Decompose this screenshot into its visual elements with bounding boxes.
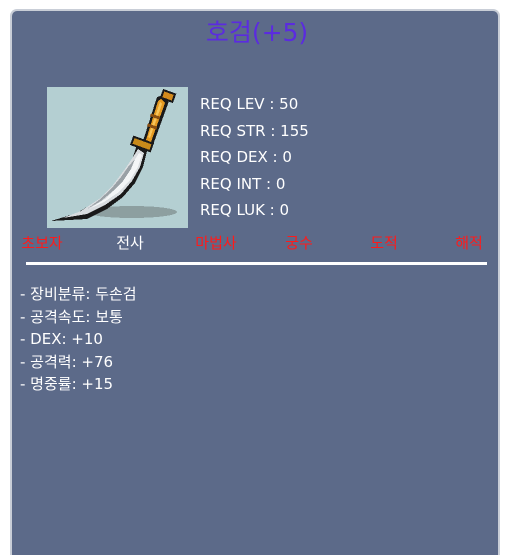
req-luk: REQ LUK : 0: [200, 201, 290, 219]
job-pirate: 해적: [455, 234, 483, 252]
req-int: REQ INT : 0: [200, 174, 286, 193]
detail-attack-speed: - 공격속도: 보통: [20, 307, 123, 326]
divider: [26, 262, 487, 265]
req-level: REQ LEV : 50: [200, 95, 299, 113]
job-magician: 마법사: [195, 234, 237, 252]
job-archer: 궁수: [285, 234, 313, 252]
detail-accuracy: - 명중률: +15: [20, 375, 114, 393]
detail-attack: - 공격력: +76: [20, 352, 114, 371]
job-thief: 도적: [370, 234, 398, 252]
item-name: 호검(+5): [205, 18, 309, 47]
detail-equip-type: - 장비분류: 두손검: [20, 285, 137, 303]
job-warrior: 전사: [116, 234, 144, 252]
sword-icon: [47, 87, 188, 228]
job-list: 초보자 전사 마법사 궁수 도적 해적: [0, 232, 507, 254]
item-details: - 장비분류: 두손검 - 공격속도: 보통 - DEX: +10 - 공격력:…: [20, 283, 137, 396]
job-beginner: 초보자: [21, 234, 63, 252]
item-tooltip: 호검(+5) REQ LEV: 50 REQ STR: 155 REQ DE…: [10, 9, 500, 555]
req-dex: REQ DEX : 0: [200, 148, 292, 166]
detail-dex: - DEX: +10: [20, 330, 103, 348]
requirements-list: REQ LEV : 50 REQ STR : 155 REQ DEX : 0 R…: [200, 91, 309, 224]
req-str: REQ STR : 155: [200, 121, 309, 140]
